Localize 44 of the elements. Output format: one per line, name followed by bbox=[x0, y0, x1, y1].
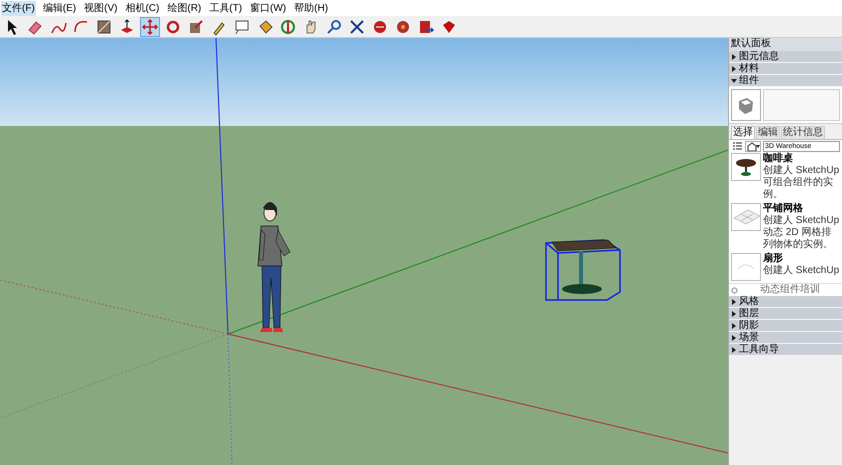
component-author: 创建人 SketchUp bbox=[763, 165, 840, 176]
panel-section-header[interactable]: 场景 bbox=[729, 332, 842, 344]
component-description: 可组合组件的实例。 bbox=[763, 177, 834, 201]
panel-title: 默认面板 bbox=[729, 38, 842, 51]
component-author: 创建人 SketchUp bbox=[763, 265, 840, 277]
menu-item[interactable]: 窗口(W) bbox=[249, 0, 288, 16]
menu-item[interactable]: 帮助(H) bbox=[293, 0, 330, 16]
menu-item[interactable]: 绘图(R) bbox=[166, 0, 202, 16]
scale-icon bbox=[187, 18, 205, 36]
component-name: 平铺网格 bbox=[763, 203, 804, 214]
panel-tab[interactable]: 选择 bbox=[731, 126, 755, 139]
list-view-icon bbox=[732, 142, 742, 151]
panel-tab[interactable]: 统计信息 bbox=[781, 126, 825, 139]
component-list-item[interactable]: 扇形 创建人 SketchUp bbox=[731, 253, 840, 281]
move-icon bbox=[141, 18, 159, 36]
fan-thumbnail-icon bbox=[738, 264, 754, 270]
cube-icon bbox=[736, 95, 756, 115]
component-author: 创建人 SketchUp bbox=[763, 215, 840, 226]
home-button[interactable] bbox=[745, 141, 761, 152]
panel-section-header[interactable]: 阴影 bbox=[729, 320, 842, 332]
panel-tab[interactable]: 编辑 bbox=[756, 126, 780, 139]
menu-item[interactable]: 文件(F) bbox=[1, 0, 36, 16]
panel-section-header[interactable]: 工具向导 bbox=[729, 344, 842, 356]
menu-item[interactable]: 视图(V) bbox=[83, 0, 118, 16]
text-label-icon bbox=[233, 18, 251, 36]
menu-item[interactable]: 工具(T) bbox=[208, 0, 244, 16]
menu-item[interactable]: 相机(C) bbox=[124, 0, 160, 16]
component-description: 动态 2D 网格排列物体的实例。 bbox=[763, 227, 834, 251]
expanded-triangle-icon bbox=[731, 78, 737, 84]
orbit-icon bbox=[279, 18, 297, 36]
panel-section-header[interactable]: 组件 bbox=[729, 75, 842, 87]
panel-section-header[interactable]: 材料 bbox=[729, 63, 842, 75]
view-options-button[interactable] bbox=[731, 141, 743, 152]
zoom-icon bbox=[325, 18, 343, 36]
menu-item[interactable]: 编辑(E) bbox=[42, 0, 78, 16]
component-name: 扇形 bbox=[763, 253, 784, 264]
component-list-item[interactable]: 咖啡桌 创建人 SketchUp 可组合组件的实例。 bbox=[731, 153, 840, 201]
home-icon bbox=[746, 142, 760, 151]
rectangle-icon bbox=[95, 18, 113, 36]
component-name: 咖啡桌 bbox=[763, 153, 794, 164]
component-list-item[interactable]: 平铺网格 创建人 SketchUp 动态 2D 网格排列物体的实例。 bbox=[731, 203, 840, 251]
panel-section-header[interactable]: 图元信息 bbox=[729, 51, 842, 63]
panel-section-header[interactable]: 风格 bbox=[729, 296, 842, 308]
panel-section-header[interactable]: 图层 bbox=[729, 308, 842, 320]
